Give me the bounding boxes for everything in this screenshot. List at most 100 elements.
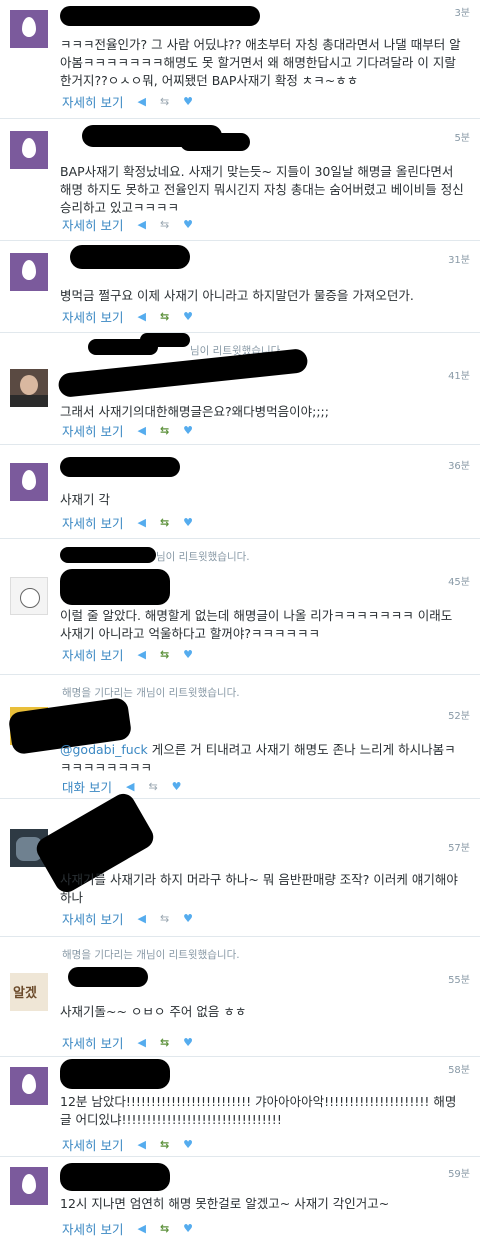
heart-icon[interactable]: ♥ bbox=[183, 1036, 193, 1049]
tweet-actions: 자세히 보기 ◀ ⇆ ♥ bbox=[62, 92, 207, 111]
redaction-mark bbox=[60, 547, 156, 563]
tweet-item: 57분 사재기를 사재기라 하지 머라구 하나~ 뭐 음반판매량 조작? 이러케… bbox=[0, 789, 480, 936]
tweet-actions: 자세히 보기 ◀ ⇆ ♥ bbox=[62, 1135, 207, 1154]
tweet-time[interactable]: 52분 bbox=[448, 707, 470, 722]
avatar[interactable] bbox=[10, 577, 48, 615]
heart-icon[interactable]: ♥ bbox=[172, 780, 182, 793]
detail-link[interactable]: 자세히 보기 bbox=[62, 1219, 123, 1238]
detail-link[interactable]: 자세히 보기 bbox=[62, 1135, 123, 1154]
redaction-mark bbox=[60, 457, 180, 477]
detail-link[interactable]: 자세히 보기 bbox=[62, 645, 123, 664]
avatar[interactable] bbox=[10, 369, 48, 407]
tweet-item: 님이 리트윗했습니다. 41분 그래서 사재기의대한해명글은요?왜다병먹음이야;… bbox=[0, 332, 480, 444]
reply-icon[interactable]: ◀ bbox=[137, 424, 145, 437]
tweet-time[interactable]: 41분 bbox=[448, 367, 470, 382]
reply-icon[interactable]: ◀ bbox=[137, 95, 145, 108]
heart-icon[interactable]: ♥ bbox=[183, 424, 193, 437]
tweet-time[interactable]: 5분 bbox=[454, 129, 470, 144]
retweet-icon[interactable]: ⇆ bbox=[160, 1036, 169, 1049]
reply-icon[interactable]: ◀ bbox=[137, 912, 145, 925]
tweet-item: 31분 병먹금 쩔구요 이제 사재기 아니라고 하지말던가 물증을 가져오던가.… bbox=[0, 240, 480, 332]
retweet-icon[interactable]: ⇆ bbox=[160, 912, 169, 925]
redaction-mark bbox=[180, 133, 250, 151]
conversation-link[interactable]: 대화 보기 bbox=[62, 777, 112, 796]
retweet-icon[interactable]: ⇆ bbox=[160, 218, 169, 231]
tweet-feed: 3분 ㅋㅋㅋ전율인가? 그 사람 어딨냐?? 애초부터 자칭 총대라면서 나댈 … bbox=[0, 0, 480, 1247]
tweet-text: ㅋㅋㅋ전율인가? 그 사람 어딨냐?? 애초부터 자칭 총대라면서 나댈 때부터… bbox=[60, 37, 461, 88]
tweet-text: 12시 지나면 엄연히 해명 못한걸로 알겠고~ 사재기 각인거고~ bbox=[60, 1196, 390, 1211]
tweet-item: 해명을 기다리는 개님이 리트윗했습니다. 55분 사재기돌~~ ㅇㅂㅇ 주어 … bbox=[0, 936, 480, 1056]
avatar[interactable] bbox=[10, 1167, 48, 1205]
detail-link[interactable]: 자세히 보기 bbox=[62, 421, 123, 440]
redaction-mark bbox=[60, 1059, 170, 1089]
tweet-time[interactable]: 59분 bbox=[448, 1165, 470, 1180]
reply-icon[interactable]: ◀ bbox=[137, 1222, 145, 1235]
heart-icon[interactable]: ♥ bbox=[183, 310, 193, 323]
heart-icon[interactable]: ♥ bbox=[183, 648, 193, 661]
tweet-time[interactable]: 36분 bbox=[448, 457, 470, 472]
reply-icon[interactable]: ◀ bbox=[137, 516, 145, 529]
retweet-icon[interactable]: ⇆ bbox=[160, 424, 169, 437]
tweet-item: 해명을 기다리는 개님이 리트윗했습니다. 52분 @godabi_fuck 게… bbox=[0, 674, 480, 798]
heart-icon[interactable]: ♥ bbox=[183, 1222, 193, 1235]
tweet-actions: 자세히 보기 ◀ ⇆ ♥ bbox=[62, 215, 207, 234]
tweet-time[interactable]: 55분 bbox=[448, 971, 470, 986]
reply-icon[interactable]: ◀ bbox=[137, 218, 145, 231]
reply-icon[interactable]: ◀ bbox=[137, 1036, 145, 1049]
detail-link[interactable]: 자세히 보기 bbox=[62, 513, 123, 532]
heart-icon[interactable]: ♥ bbox=[183, 218, 193, 231]
tweet-actions: 자세히 보기 ◀ ⇆ ♥ bbox=[62, 645, 207, 664]
retweet-icon[interactable]: ⇆ bbox=[160, 1138, 169, 1151]
avatar[interactable] bbox=[10, 973, 48, 1011]
redaction-mark bbox=[60, 569, 170, 605]
detail-link[interactable]: 자세히 보기 bbox=[62, 307, 123, 326]
retweet-icon[interactable]: ⇆ bbox=[160, 648, 169, 661]
retweet-icon[interactable]: ⇆ bbox=[160, 1222, 169, 1235]
retweet-icon[interactable]: ⇆ bbox=[160, 516, 169, 529]
reply-icon[interactable]: ◀ bbox=[137, 310, 145, 323]
tweet-text: 사재기를 사재기라 하지 머라구 하나~ 뭐 음반판매량 조작? 이러케 얘기해… bbox=[60, 872, 458, 905]
detail-link[interactable]: 자세히 보기 bbox=[62, 215, 123, 234]
avatar[interactable] bbox=[10, 131, 48, 169]
detail-link[interactable]: 자세히 보기 bbox=[62, 909, 123, 928]
avatar[interactable] bbox=[10, 10, 48, 48]
tweet-actions: 자세히 보기 ◀ ⇆ ♥ bbox=[62, 1219, 207, 1238]
heart-icon[interactable]: ♥ bbox=[183, 912, 193, 925]
redaction-mark bbox=[68, 967, 148, 987]
avatar[interactable] bbox=[10, 253, 48, 291]
tweet-actions: 자세히 보기 ◀ ⇆ ♥ bbox=[62, 513, 207, 532]
tweet-actions: 자세히 보기 ◀ ⇆ ♥ bbox=[62, 1033, 207, 1052]
retweet-icon[interactable]: ⇆ bbox=[160, 95, 169, 108]
tweet-actions: 자세히 보기 ◀ ⇆ ♥ bbox=[62, 421, 207, 440]
tweet-item: 5분 BAP사재기 확정났네요. 사재기 맞는듯~ 지들이 30일날 해명글 올… bbox=[0, 118, 480, 240]
tweet-time[interactable]: 58분 bbox=[448, 1061, 470, 1076]
heart-icon[interactable]: ♥ bbox=[183, 516, 193, 529]
retweet-icon[interactable]: ⇆ bbox=[160, 310, 169, 323]
retweet-icon[interactable]: ⇆ bbox=[148, 780, 157, 793]
tweet-text: 12분 남았다!!!!!!!!!!!!!!!!!!!!!!!!! 갸아아아아악!… bbox=[60, 1094, 457, 1127]
reply-icon[interactable]: ◀ bbox=[137, 1138, 145, 1151]
tweet-item: 36분 사재기 각 자세히 보기 ◀ ⇆ ♥ bbox=[0, 444, 480, 538]
mention-link[interactable]: @godabi_fuck bbox=[60, 742, 148, 757]
tweet-text: 이럴 줄 알았다. 해명할게 없는데 해명글이 나올 리가ㅋㅋㅋㅋㅋㅋㅋ 이래도… bbox=[60, 608, 453, 641]
tweet-text: 사재기 각 bbox=[60, 492, 110, 507]
tweet-time[interactable]: 3분 bbox=[454, 4, 470, 19]
tweet-text: 그래서 사재기의대한해명글은요?왜다병먹음이야;;;; bbox=[60, 404, 329, 419]
detail-link[interactable]: 자세히 보기 bbox=[62, 92, 123, 111]
tweet-text: BAP사재기 확정났네요. 사재기 맞는듯~ 지들이 30일날 해명글 올린다면… bbox=[60, 164, 464, 215]
tweet-time[interactable]: 45분 bbox=[448, 573, 470, 588]
tweet-item: 58분 12분 남았다!!!!!!!!!!!!!!!!!!!!!!!!! 갸아아… bbox=[0, 1056, 480, 1156]
detail-link[interactable]: 자세히 보기 bbox=[62, 1033, 123, 1052]
tweet-time[interactable]: 31분 bbox=[448, 251, 470, 266]
reply-icon[interactable]: ◀ bbox=[126, 780, 134, 793]
avatar[interactable] bbox=[10, 1067, 48, 1105]
retweet-context: 님이 리트윗했습니다. bbox=[156, 551, 250, 563]
tweet-text: 사재기돌~~ ㅇㅂㅇ 주어 없음 ㅎㅎ bbox=[60, 1004, 247, 1019]
retweet-context: 해명을 기다리는 개님이 리트윗했습니다. bbox=[62, 949, 240, 961]
tweet-time[interactable]: 57분 bbox=[448, 839, 470, 854]
heart-icon[interactable]: ♥ bbox=[183, 95, 193, 108]
reply-icon[interactable]: ◀ bbox=[137, 648, 145, 661]
avatar[interactable] bbox=[10, 463, 48, 501]
heart-icon[interactable]: ♥ bbox=[183, 1138, 193, 1151]
tweet-text: @godabi_fuck 게으른 거 티내려고 사재기 해명도 존나 느리게 하… bbox=[60, 741, 466, 777]
